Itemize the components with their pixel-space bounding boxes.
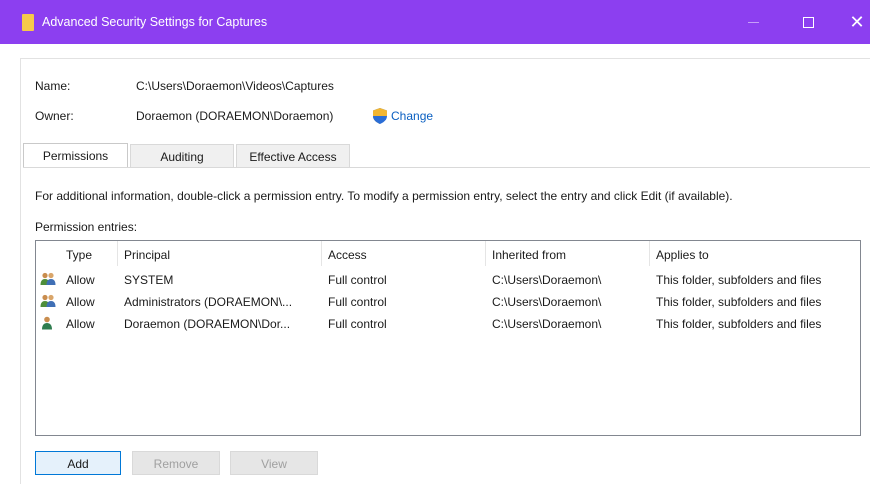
row-principal: SYSTEM bbox=[124, 273, 174, 287]
window-title: Advanced Security Settings for Captures bbox=[42, 15, 268, 29]
row-type: Allow bbox=[66, 317, 95, 331]
tab-permissions[interactable]: Permissions bbox=[23, 143, 128, 168]
column-header-applies-to[interactable]: Applies to bbox=[650, 241, 860, 266]
row-type: Allow bbox=[66, 295, 95, 309]
column-header-access[interactable]: Access bbox=[322, 241, 486, 266]
row-principal: Administrators (DORAEMON\... bbox=[124, 295, 293, 309]
tab-divider bbox=[23, 167, 870, 168]
shield-icon bbox=[373, 108, 387, 124]
tab-auditing[interactable]: Auditing bbox=[130, 144, 234, 168]
table-row[interactable]: Allow Doraemon (DORAEMON\Dor... Full con… bbox=[36, 313, 860, 335]
row-access: Full control bbox=[328, 317, 387, 331]
table-row[interactable]: Allow SYSTEM Full control C:\Users\Dorae… bbox=[36, 269, 860, 291]
column-header-principal[interactable]: Principal bbox=[118, 241, 322, 266]
row-applies-to: This folder, subfolders and files bbox=[656, 317, 822, 331]
row-access: Full control bbox=[328, 273, 387, 287]
row-inherited-from: C:\Users\Doraemon\ bbox=[492, 317, 602, 331]
close-button[interactable]: ✕ bbox=[834, 0, 870, 44]
maximize-button[interactable] bbox=[785, 0, 831, 44]
column-header-type[interactable]: Type bbox=[60, 241, 118, 266]
permission-entries-label: Permission entries: bbox=[35, 220, 138, 234]
users-icon bbox=[40, 272, 56, 285]
user-icon bbox=[42, 316, 52, 330]
owner-value: Doraemon (DORAEMON\Doraemon) bbox=[136, 109, 334, 123]
change-owner-link[interactable]: Change bbox=[391, 109, 433, 123]
name-value: C:\Users\Doraemon\Videos\Captures bbox=[136, 79, 334, 93]
minimize-icon bbox=[747, 21, 759, 23]
title-bar: Advanced Security Settings for Captures … bbox=[0, 0, 870, 44]
remove-button[interactable]: Remove bbox=[132, 451, 220, 475]
add-button[interactable]: Add bbox=[35, 451, 121, 475]
row-applies-to: This folder, subfolders and files bbox=[656, 295, 822, 309]
row-type: Allow bbox=[66, 273, 95, 287]
instructions-text: For additional information, double-click… bbox=[35, 189, 733, 203]
view-button[interactable]: View bbox=[230, 451, 318, 475]
row-inherited-from: C:\Users\Doraemon\ bbox=[492, 295, 602, 309]
tab-effective-access[interactable]: Effective Access bbox=[236, 144, 350, 168]
owner-label: Owner: bbox=[35, 109, 74, 123]
table-row[interactable]: Allow Administrators (DORAEMON\... Full … bbox=[36, 291, 860, 313]
column-header-inherited-from[interactable]: Inherited from bbox=[486, 241, 650, 266]
permission-entries-list[interactable]: Type Principal Access Inherited from App… bbox=[35, 240, 861, 436]
maximize-icon bbox=[802, 16, 814, 28]
users-icon bbox=[40, 294, 56, 307]
row-principal: Doraemon (DORAEMON\Dor... bbox=[124, 317, 291, 331]
row-inherited-from: C:\Users\Doraemon\ bbox=[492, 273, 602, 287]
minimize-button[interactable] bbox=[730, 0, 776, 44]
row-access: Full control bbox=[328, 295, 387, 309]
row-applies-to: This folder, subfolders and files bbox=[656, 273, 822, 287]
name-label: Name: bbox=[35, 79, 71, 93]
folder-icon bbox=[22, 14, 34, 31]
